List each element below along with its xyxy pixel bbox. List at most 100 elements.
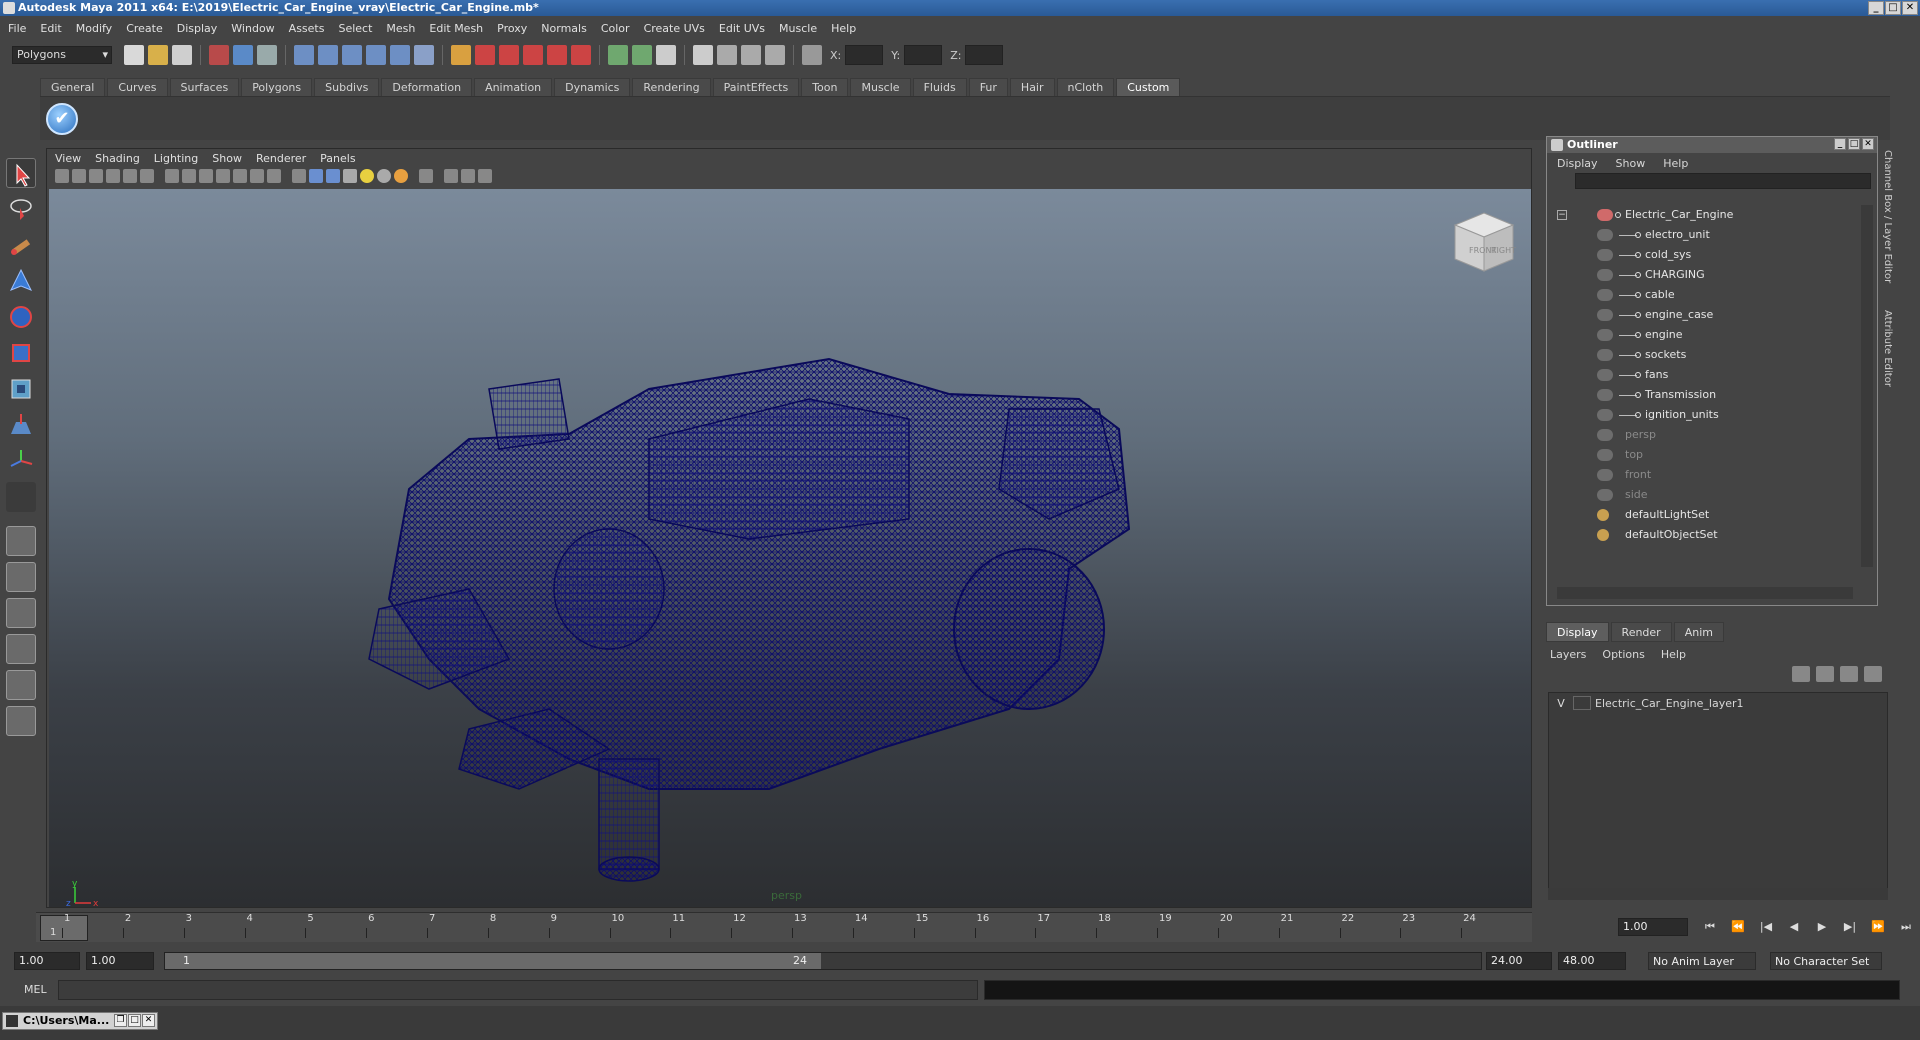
vp-menu-shading[interactable]: Shading (95, 152, 140, 165)
x-field[interactable] (845, 45, 884, 65)
shelf-tab-toon[interactable]: Toon (801, 78, 849, 96)
outliner-item[interactable]: cable (1551, 285, 1857, 305)
wireframe-icon[interactable] (292, 169, 306, 183)
layer-row[interactable]: V Electric_Car_Engine_layer1 (1549, 693, 1887, 713)
lasso-tool-icon[interactable] (6, 194, 36, 224)
outliner-item[interactable]: cold_sys (1551, 245, 1857, 265)
xray-components-icon[interactable] (478, 169, 492, 183)
menu-file[interactable]: File (8, 22, 26, 35)
play-backwards-button[interactable]: ◀ (1784, 918, 1804, 936)
shelf-tab-subdivs[interactable]: Subdivs (314, 78, 380, 96)
persp-graph-outliner-layout-icon[interactable] (6, 706, 36, 736)
shelf-tab-fur[interactable]: Fur (968, 78, 1008, 96)
ambient-occlusion-icon[interactable] (394, 169, 408, 183)
scale-tool-icon[interactable] (6, 338, 36, 368)
shadows-icon[interactable] (377, 169, 391, 183)
menu-display[interactable]: Display (177, 22, 218, 35)
grease-pencil-icon[interactable] (140, 169, 154, 183)
outliner-close-button[interactable]: ✕ (1862, 138, 1874, 150)
menu-edit-uvs[interactable]: Edit UVs (719, 22, 765, 35)
select-camera-icon[interactable] (55, 169, 69, 183)
step-forward-frame-button[interactable]: ▶| (1840, 918, 1860, 936)
textured-icon[interactable] (343, 169, 357, 183)
outliner-item[interactable]: persp (1551, 425, 1857, 445)
menu-edit[interactable]: Edit (40, 22, 61, 35)
maximize-button[interactable]: □ (1885, 1, 1901, 15)
paint-select-tool-icon[interactable] (6, 230, 36, 260)
layer-menu-help[interactable]: Help (1661, 648, 1686, 661)
menu-create[interactable]: Create (126, 22, 163, 35)
select-object-icon[interactable] (233, 45, 253, 65)
engine-wireframe-model[interactable] (49, 189, 1531, 907)
shelf-tab-custom[interactable]: Custom (1116, 78, 1181, 96)
minimized-window[interactable]: C:\Users\Ma... ❐ □ ✕ (2, 1012, 158, 1030)
shelf-handle[interactable] (12, 78, 30, 138)
menu-create-uvs[interactable]: Create UVs (644, 22, 705, 35)
outliner-item[interactable]: Transmission (1551, 385, 1857, 405)
attribute-editor-tab[interactable]: Attribute Editor (1882, 310, 1893, 387)
persp-outliner-layout-icon[interactable] (6, 598, 36, 628)
shelf-tab-animation[interactable]: Animation (474, 78, 553, 96)
layer-horizontal-scrollbar[interactable] (1548, 888, 1888, 900)
animation-end-field[interactable]: 48.00 (1558, 952, 1626, 970)
outliner-horizontal-scrollbar[interactable] (1557, 587, 1853, 599)
collapse-toggle-icon[interactable]: − (1557, 210, 1567, 220)
vp-menu-renderer[interactable]: Renderer (256, 152, 306, 165)
render-icon[interactable] (499, 45, 519, 65)
menu-modify[interactable]: Modify (76, 22, 112, 35)
channel-box-toggle-icon[interactable] (608, 45, 628, 65)
snap-point-icon[interactable] (342, 45, 362, 65)
mel-command-input[interactable] (58, 980, 978, 1000)
snap-surface-icon[interactable] (390, 45, 410, 65)
tool-settings-toggle-icon[interactable] (656, 45, 676, 65)
playback-end-field[interactable]: 24.00 (1486, 952, 1552, 970)
layer-menu-options[interactable]: Options (1602, 648, 1644, 661)
character-set-dropdown[interactable]: No Character Set (1770, 952, 1882, 970)
shelf-tab-muscle[interactable]: Muscle (850, 78, 911, 96)
menu-assets[interactable]: Assets (289, 22, 325, 35)
outliner-menu-help[interactable]: Help (1663, 157, 1688, 170)
time-slider[interactable]: 1 1 2 3 4 5 6 7 8 9 10 11 12 13 14 15 16 17 18 19 20 21 22 23 2… (36, 912, 1532, 942)
move-layer-up-icon[interactable] (1792, 666, 1810, 682)
open-scene-icon[interactable] (148, 45, 168, 65)
help-icon[interactable] (414, 45, 434, 65)
single-perspective-layout-icon[interactable] (6, 526, 36, 556)
range-slider[interactable]: 1 24 (164, 952, 1482, 970)
show-manipulator-icon[interactable] (6, 446, 36, 476)
layer-type-toggle[interactable] (1573, 696, 1591, 710)
safe-title-icon[interactable] (267, 169, 281, 183)
outliner-menu-display[interactable]: Display (1557, 157, 1598, 170)
menu-muscle[interactable]: Muscle (779, 22, 817, 35)
construction-history-icon[interactable] (451, 45, 471, 65)
soft-modification-icon[interactable] (6, 410, 36, 440)
outliner-item[interactable]: engine (1551, 325, 1857, 345)
menu-normals[interactable]: Normals (541, 22, 587, 35)
move-layer-down-icon[interactable] (1816, 666, 1834, 682)
move-tool-icon[interactable] (6, 266, 36, 296)
film-gate-icon[interactable] (182, 169, 196, 183)
outliner-minimize-button[interactable]: _ (1834, 138, 1846, 150)
select-tool-icon[interactable] (6, 158, 36, 188)
hypershade-icon[interactable] (571, 45, 591, 65)
check-icon[interactable]: ✔ (46, 103, 78, 135)
shelf-tab-rendering[interactable]: Rendering (632, 78, 711, 96)
select-component-icon[interactable] (257, 45, 277, 65)
render-view-icon[interactable] (693, 45, 713, 65)
outliner-item[interactable]: side (1551, 485, 1857, 505)
outliner-item[interactable]: sockets (1551, 345, 1857, 365)
shelf-tab-dynamics[interactable]: Dynamics (554, 78, 631, 96)
menu-select[interactable]: Select (338, 22, 372, 35)
z-field[interactable] (965, 45, 1004, 65)
save-scene-icon[interactable] (172, 45, 192, 65)
input-output-icon[interactable] (475, 45, 495, 65)
snap-curve-icon[interactable] (318, 45, 338, 65)
xray-joints-icon[interactable] (461, 169, 475, 183)
y-field[interactable] (904, 45, 943, 65)
outliner-item[interactable]: CHARGING (1551, 265, 1857, 285)
image-plane-icon[interactable] (106, 169, 120, 183)
go-to-start-button[interactable]: ⏮ (1700, 918, 1720, 936)
anim-layer-dropdown[interactable]: No Anim Layer (1648, 952, 1756, 970)
shelf-tab-fluids[interactable]: Fluids (912, 78, 967, 96)
outliner-item-root[interactable]: − Electric_Car_Engine (1551, 205, 1857, 225)
use-all-lights-icon[interactable] (360, 169, 374, 183)
